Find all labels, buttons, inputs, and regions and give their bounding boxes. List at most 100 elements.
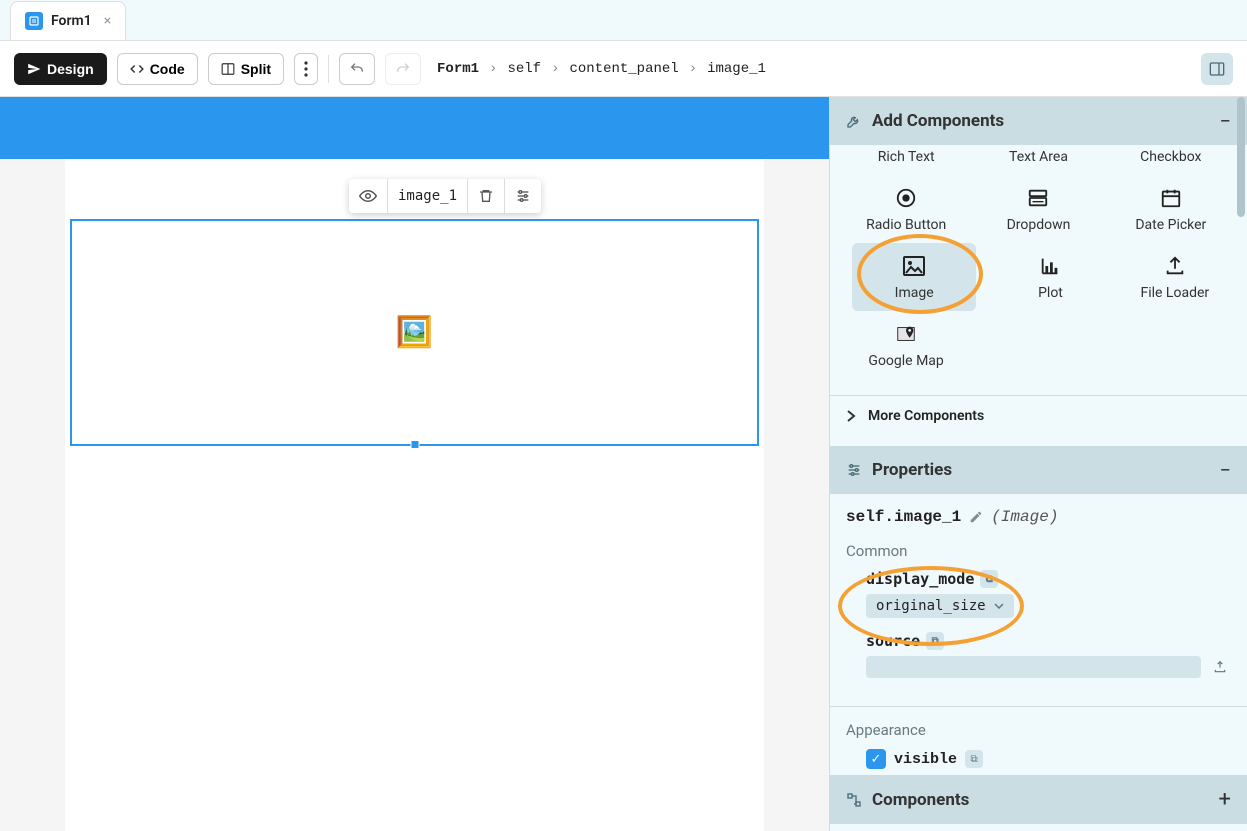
dropdown-icon bbox=[1027, 185, 1049, 211]
breadcrumb: Form1 › self › content_panel › image_1 bbox=[437, 61, 766, 77]
components-grid: Rich Text Text Area Checkbox Radio Butto… bbox=[830, 145, 1247, 395]
separator bbox=[328, 55, 329, 83]
calendar-icon bbox=[1160, 185, 1182, 211]
settings-button[interactable] bbox=[505, 179, 541, 213]
design-button[interactable]: Design bbox=[14, 53, 107, 85]
appearance-section: Appearance ✓ visible ⧉ bbox=[830, 707, 1247, 775]
panel-toggle-button[interactable] bbox=[1201, 53, 1233, 85]
tab-bar: Form1 × bbox=[0, 0, 1247, 41]
component-richtext[interactable]: Rich Text bbox=[840, 149, 972, 175]
radio-icon bbox=[895, 185, 917, 211]
link-icon[interactable]: ⧉ bbox=[965, 750, 983, 768]
component-textarea[interactable]: Text Area bbox=[972, 149, 1104, 175]
code-button[interactable]: Code bbox=[117, 53, 198, 85]
component-radiobutton[interactable]: Radio Button bbox=[840, 175, 972, 243]
selection-toolbar: image_1 bbox=[349, 179, 541, 213]
chevron-down-icon bbox=[994, 603, 1004, 609]
tab-label: Form1 bbox=[51, 13, 92, 29]
picture-icon: 🖼️ bbox=[396, 315, 433, 350]
wrench-icon bbox=[846, 113, 862, 129]
collapse-icon[interactable]: − bbox=[1220, 458, 1231, 482]
sliders-icon bbox=[846, 462, 862, 478]
split-button[interactable]: Split bbox=[208, 53, 284, 85]
pencil-icon bbox=[969, 510, 983, 524]
component-plot[interactable]: Plot bbox=[988, 243, 1112, 311]
chevron-right-icon: › bbox=[489, 61, 497, 77]
selection-name[interactable]: image_1 bbox=[388, 179, 468, 213]
appearance-heading: Appearance bbox=[846, 721, 1231, 739]
upload-icon bbox=[1164, 253, 1186, 279]
sidebar: Add Components − Rich Text Text Area Che… bbox=[829, 97, 1247, 831]
expand-icon[interactable]: + bbox=[1219, 787, 1231, 812]
visible-label: visible bbox=[894, 751, 957, 768]
delete-button[interactable] bbox=[468, 179, 505, 213]
image-icon bbox=[902, 253, 926, 279]
image-component[interactable]: 🖼️ bbox=[70, 219, 759, 446]
undo-button[interactable] bbox=[339, 53, 375, 85]
eye-icon bbox=[359, 187, 377, 205]
breadcrumb-item-self[interactable]: self bbox=[507, 61, 541, 77]
source-input[interactable] bbox=[866, 656, 1201, 678]
scrollbar[interactable] bbox=[1237, 97, 1245, 217]
section-title: Properties bbox=[872, 460, 952, 480]
resize-handle[interactable] bbox=[410, 440, 419, 449]
components-tree-header[interactable]: Components + bbox=[830, 775, 1247, 824]
split-icon bbox=[221, 62, 235, 76]
chevron-right-icon bbox=[846, 409, 856, 423]
chevron-right-icon: › bbox=[689, 61, 697, 77]
breadcrumb-item-image1[interactable]: image_1 bbox=[707, 61, 766, 77]
display-mode-select[interactable]: original_size bbox=[866, 594, 1014, 618]
form-header-bar bbox=[0, 97, 829, 159]
component-datepicker[interactable]: Date Picker bbox=[1105, 175, 1237, 243]
undo-icon bbox=[349, 61, 365, 77]
kebab-icon bbox=[304, 61, 308, 77]
breadcrumb-root[interactable]: Form1 bbox=[437, 61, 479, 77]
component-image[interactable]: Image bbox=[852, 243, 976, 311]
collapse-icon[interactable]: − bbox=[1220, 109, 1231, 133]
code-label: Code bbox=[150, 61, 185, 77]
component-checkbox[interactable]: Checkbox bbox=[1105, 149, 1237, 175]
visibility-toggle-button[interactable] bbox=[349, 179, 388, 213]
close-icon[interactable]: × bbox=[104, 13, 111, 29]
property-type: (Image) bbox=[991, 508, 1058, 526]
canvas: image_1 🖼️ bbox=[0, 97, 829, 831]
code-icon bbox=[130, 62, 144, 76]
add-components-header[interactable]: Add Components − bbox=[830, 97, 1247, 145]
more-components-button[interactable]: More Components bbox=[830, 395, 1247, 436]
property-source: source ⧉ bbox=[866, 632, 1231, 678]
link-icon[interactable]: ⧉ bbox=[980, 570, 998, 588]
property-visible: ✓ visible ⧉ bbox=[866, 749, 1231, 769]
common-heading: Common bbox=[846, 542, 1231, 560]
section-title: Add Components bbox=[872, 111, 1004, 131]
section-title: Components bbox=[872, 790, 969, 810]
properties-body: self.image_1 (Image) Common display_mode… bbox=[830, 494, 1247, 707]
prop-label-text: display_mode bbox=[866, 570, 974, 588]
link-icon[interactable]: ⧉ bbox=[926, 632, 944, 650]
trash-icon bbox=[478, 188, 494, 204]
form-icon bbox=[25, 12, 43, 30]
prop-label-text: source bbox=[866, 632, 920, 650]
property-display-mode: display_mode ⧉ original_size bbox=[866, 570, 1231, 618]
select-value: original_size bbox=[876, 598, 986, 614]
visible-checkbox[interactable]: ✓ bbox=[866, 749, 886, 769]
edit-name-button[interactable] bbox=[969, 510, 983, 524]
redo-button[interactable] bbox=[385, 53, 421, 85]
map-icon bbox=[895, 321, 917, 347]
more-menu-button[interactable] bbox=[294, 53, 318, 85]
properties-header[interactable]: Properties − bbox=[830, 446, 1247, 494]
upload-icon bbox=[1213, 660, 1227, 674]
split-label: Split bbox=[241, 61, 271, 77]
sidebar-icon bbox=[1209, 61, 1225, 77]
paper-plane-icon bbox=[27, 62, 41, 76]
chevron-right-icon: › bbox=[551, 61, 559, 77]
upload-source-button[interactable] bbox=[1209, 656, 1231, 678]
design-label: Design bbox=[47, 61, 94, 77]
component-googlemap[interactable]: Google Map bbox=[840, 311, 972, 379]
property-ref: self.image_1 bbox=[846, 508, 961, 526]
component-fileloader[interactable]: File Loader bbox=[1113, 243, 1237, 311]
redo-icon bbox=[395, 61, 411, 77]
component-dropdown[interactable]: Dropdown bbox=[972, 175, 1104, 243]
more-components-label: More Components bbox=[868, 408, 984, 424]
tab-form1[interactable]: Form1 × bbox=[10, 1, 126, 40]
breadcrumb-item-content-panel[interactable]: content_panel bbox=[569, 61, 678, 77]
